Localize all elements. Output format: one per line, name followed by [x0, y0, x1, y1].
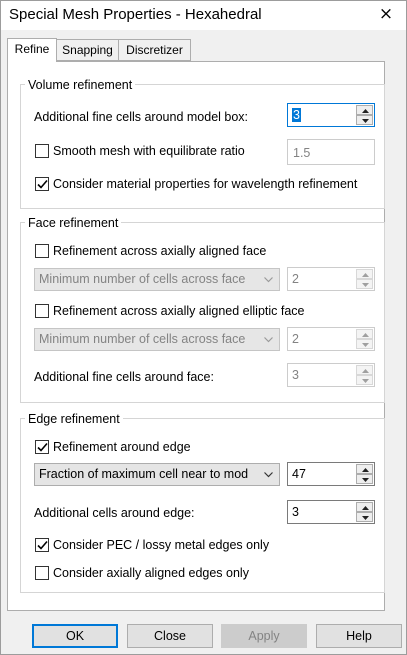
refine-edge-checkbox[interactable] [35, 440, 49, 454]
refine-edge-label: Refinement around edge [53, 440, 191, 454]
axial-edges-checkbox[interactable] [35, 566, 49, 580]
spin-up-button[interactable] [356, 329, 373, 339]
edge-cells-value[interactable]: 3 [292, 505, 299, 519]
pec-edges-label: Consider PEC / lossy metal edges only [53, 538, 270, 552]
help-button[interactable]: Help [316, 624, 402, 648]
fine-cells-face-label: Additional fine cells around face: [34, 370, 214, 384]
material-properties-label: Consider material properties for wavelen… [53, 177, 358, 191]
dialog-window: Special Mesh Properties - Hexahedral × R… [0, 0, 407, 655]
spin-down-button[interactable] [356, 279, 373, 289]
elliptic-face-checkbox[interactable] [35, 304, 49, 318]
fine-cells-face-spinner[interactable]: 3 [287, 363, 375, 387]
arrow-up-icon [362, 369, 369, 373]
axial-face-combo-value: Minimum number of cells across face [39, 272, 246, 286]
spin-down-button[interactable] [356, 339, 373, 349]
edge-cells-spinner[interactable]: 3 [287, 500, 375, 524]
arrow-down-icon [362, 516, 369, 520]
spin-up-button[interactable] [356, 365, 373, 375]
checkmark-icon [37, 442, 48, 452]
close-button[interactable]: Close [127, 624, 213, 648]
spin-down-button[interactable] [356, 115, 373, 125]
smooth-ratio-value: 1.5 [293, 146, 311, 160]
axial-face-checkbox[interactable] [35, 244, 49, 258]
smooth-ratio-field: 1.5 [287, 139, 375, 165]
axial-edges-label: Consider axially aligned edges only [53, 566, 249, 580]
checkmark-icon [37, 179, 48, 189]
spin-up-button[interactable] [356, 502, 373, 512]
window-title: Special Mesh Properties - Hexahedral [9, 6, 262, 23]
edge-refinement-title: Edge refinement [25, 412, 123, 426]
face-refinement-title: Face refinement [25, 216, 122, 230]
close-icon[interactable]: × [366, 1, 406, 30]
axial-face-value: 2 [292, 272, 299, 286]
material-properties-checkbox[interactable] [35, 177, 49, 191]
spin-down-button[interactable] [356, 375, 373, 385]
fine-cells-model-box-label: Additional fine cells around model box: [34, 110, 249, 124]
arrow-up-icon [362, 506, 369, 510]
edge-fraction-value[interactable]: 47 [292, 467, 306, 481]
apply-button[interactable]: Apply [221, 624, 307, 648]
checkmark-icon [37, 540, 48, 550]
tab-snapping[interactable]: Snapping [56, 39, 119, 61]
fine-cells-face-value: 3 [292, 368, 299, 382]
edge-cells-label: Additional cells around edge: [34, 506, 195, 520]
axial-face-combo[interactable]: Minimum number of cells across face [34, 268, 280, 291]
chevron-down-icon [264, 337, 273, 343]
spin-up-button[interactable] [356, 464, 373, 474]
spin-up-button[interactable] [356, 269, 373, 279]
arrow-up-icon [362, 468, 369, 472]
pec-edges-checkbox[interactable] [35, 538, 49, 552]
spin-up-button[interactable] [356, 105, 373, 115]
arrow-down-icon [362, 478, 369, 482]
axial-face-spinner[interactable]: 2 [287, 267, 375, 291]
tab-discretizer[interactable]: Discretizer [118, 39, 191, 61]
arrow-up-icon [362, 333, 369, 337]
spin-down-button[interactable] [356, 474, 373, 484]
title-bar: Special Mesh Properties - Hexahedral × [1, 1, 406, 30]
arrow-up-icon [362, 273, 369, 277]
elliptic-face-label: Refinement across axially aligned ellipt… [53, 304, 305, 318]
edge-fraction-combo-value: Fraction of maximum cell near to mod [39, 467, 249, 481]
chevron-down-icon [264, 472, 273, 478]
edge-fraction-combo[interactable]: Fraction of maximum cell near to mod [34, 463, 280, 486]
chevron-down-icon [264, 277, 273, 283]
axial-face-label: Refinement across axially aligned face [53, 244, 267, 258]
edge-fraction-spinner[interactable]: 47 [287, 462, 375, 486]
fine-cells-model-box-value[interactable]: 3 [292, 108, 301, 122]
elliptic-face-value: 2 [292, 332, 299, 346]
arrow-down-icon [362, 119, 369, 123]
elliptic-face-spinner[interactable]: 2 [287, 327, 375, 351]
elliptic-face-combo-value: Minimum number of cells across face [39, 332, 246, 346]
arrow-down-icon [362, 283, 369, 287]
volume-refinement-title: Volume refinement [25, 78, 136, 92]
elliptic-face-combo[interactable]: Minimum number of cells across face [34, 328, 280, 351]
arrow-down-icon [362, 343, 369, 347]
ok-button[interactable]: OK [32, 624, 118, 648]
arrow-down-icon [362, 379, 369, 383]
fine-cells-model-box-spinner[interactable]: 3 [287, 103, 375, 127]
smooth-mesh-label: Smooth mesh with equilibrate ratio [53, 144, 245, 158]
spin-down-button[interactable] [356, 512, 373, 522]
tab-refine[interactable]: Refine [7, 38, 57, 62]
smooth-mesh-checkbox[interactable] [35, 144, 49, 158]
arrow-up-icon [362, 109, 369, 113]
refine-tab-panel: Volume refinement Additional fine cells … [7, 61, 385, 611]
